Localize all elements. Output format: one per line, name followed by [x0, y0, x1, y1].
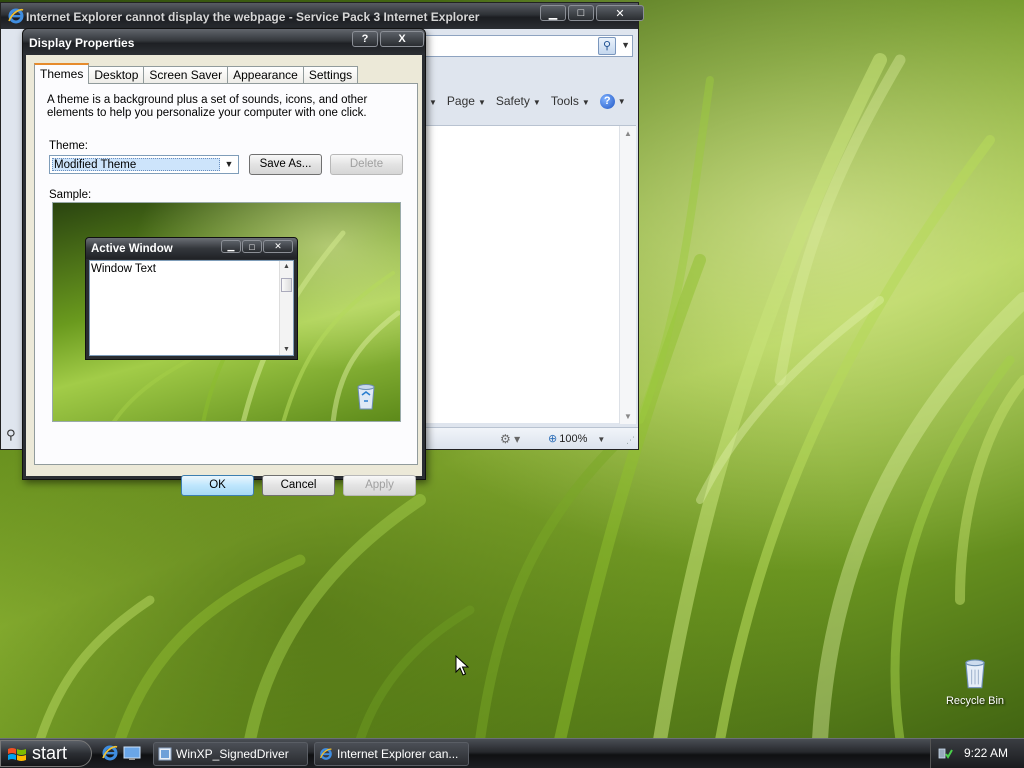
help-icon: ?: [361, 33, 369, 45]
taskbar-clock[interactable]: 9:22 AM: [964, 746, 1008, 760]
ie-tools-menu[interactable]: Tools ▼: [551, 94, 590, 108]
ie-logo-icon: [319, 748, 332, 760]
system-tray: 9:22 AM: [930, 739, 1024, 768]
taskbar-item-winxp-signeddriver[interactable]: WinXP_SignedDriver: [153, 742, 308, 766]
taskbar-item-internet-explorer[interactable]: Internet Explorer can...: [314, 742, 469, 766]
preview-scrollbar: ▲ ▼: [279, 261, 293, 355]
close-icon: ✕: [263, 240, 293, 253]
tab-screen-saver[interactable]: Screen Saver: [143, 66, 229, 84]
ie-status-bar: ⚙ ▾ ⊕ 100% ▼ ⋰: [426, 427, 638, 449]
ie-page-label: Page: [446, 94, 475, 108]
ie-maximize-button[interactable]: □: [568, 5, 594, 21]
chevron-down-icon: ▼: [581, 98, 590, 107]
recycle-bin-icon: [357, 384, 375, 410]
network-icon[interactable]: [937, 745, 953, 761]
dialog-close-button[interactable]: X: [380, 31, 424, 47]
ie-logo-icon: [8, 8, 24, 24]
tab-settings[interactable]: Settings: [302, 66, 359, 84]
ie-quicklaunch-icon[interactable]: [101, 744, 119, 762]
scroll-down-icon: ▼: [283, 346, 290, 353]
help-icon: ?: [599, 94, 615, 109]
theme-description: A theme is a background plus a set of so…: [47, 94, 368, 119]
apply-button[interactable]: Apply: [343, 475, 416, 496]
recycle-bin-icon: [965, 659, 985, 689]
ie-help-menu[interactable]: ? ▼: [599, 93, 626, 109]
ie-titlebar[interactable]: Internet Explorer cannot display the web…: [1, 3, 644, 29]
ie-safety-menu[interactable]: Safety ▼: [496, 94, 541, 108]
chevron-down-icon: ▼: [477, 98, 486, 107]
start-label: start: [32, 743, 68, 763]
chevron-down-icon: ▼: [597, 435, 606, 444]
chevron-down-icon: ▼: [532, 98, 541, 107]
ie-window-title: Internet Explorer cannot display the web…: [26, 10, 480, 24]
minimize-icon: ▁: [221, 240, 241, 253]
preview-titlebar: Active Window ▁ □ ✕: [86, 238, 297, 259]
theme-dropdown[interactable]: Modified Theme ▼: [49, 155, 239, 174]
ie-close-button[interactable]: ✕: [596, 5, 644, 21]
chevron-down-icon[interactable]: ▼: [221, 157, 237, 172]
delete-button[interactable]: Delete: [330, 154, 403, 175]
ie-command-bar: ▼ Page ▼ Safety ▼ Tools ▼ ? ▼: [426, 93, 626, 109]
maximize-icon: □: [577, 7, 585, 19]
preview-window-text: Window Text: [91, 263, 156, 275]
ie-tools-label: Tools: [550, 94, 579, 108]
preview-scroll-thumb: [281, 278, 292, 292]
close-icon: X: [398, 33, 406, 45]
minimize-icon: ▁: [548, 7, 558, 20]
display-properties-dialog[interactable]: Display Properties ? X Themes Desktop Sc…: [22, 28, 426, 496]
theme-sample-preview: Active Window ▁ □ ✕ Window Text ▲ ▼: [52, 202, 401, 422]
tab-strip: Themes Desktop Screen Saver Appearance S…: [34, 63, 359, 84]
chevron-down-icon[interactable]: ▼: [426, 94, 437, 108]
dialog-titlebar[interactable]: Display Properties ? X: [23, 29, 425, 55]
zoom-icon: ⊕: [548, 433, 558, 445]
save-as-button[interactable]: Save As...: [249, 154, 322, 175]
mouse-pointer-icon: [455, 655, 469, 676]
cancel-button[interactable]: Cancel: [262, 475, 335, 496]
preview-window-title: Active Window: [91, 243, 173, 255]
scroll-down-icon[interactable]: ▼: [624, 412, 632, 421]
theme-dropdown-value: Modified Theme: [52, 158, 220, 171]
sample-label: Sample:: [49, 189, 92, 201]
show-desktop-icon[interactable]: [123, 744, 141, 762]
taskbar-item-label: Internet Explorer can...: [337, 747, 459, 761]
close-icon: ✕: [615, 7, 625, 20]
chevron-down-icon[interactable]: ▼: [621, 40, 630, 50]
tab-themes[interactable]: Themes: [34, 63, 90, 84]
preview-client-area: Window Text ▲ ▼: [89, 260, 294, 356]
ie-page-content: ▲ ▼: [426, 125, 636, 424]
themes-panel: A theme is a background plus a set of so…: [34, 83, 418, 465]
resize-grip-icon[interactable]: ⋰: [626, 435, 635, 446]
protected-mode-icon[interactable]: ⚙ ▾: [500, 432, 520, 446]
preview-active-window: Active Window ▁ □ ✕ Window Text ▲ ▼: [85, 237, 298, 360]
dialog-body: Themes Desktop Screen Saver Appearance S…: [26, 55, 422, 496]
tab-desktop[interactable]: Desktop: [88, 66, 145, 84]
scroll-up-icon: ▲: [283, 263, 290, 270]
search-icon[interactable]: ⚲: [598, 37, 616, 55]
ie-safety-label: Safety: [495, 94, 530, 108]
windows-flag-icon: [8, 748, 26, 761]
dialog-title: Display Properties: [29, 36, 135, 50]
tab-appearance[interactable]: Appearance: [227, 66, 304, 84]
chevron-down-icon: ▼: [617, 97, 626, 106]
ie-vertical-scrollbar[interactable]: ▲ ▼: [619, 126, 636, 424]
search-icon[interactable]: ⚲: [6, 427, 16, 443]
ie-zoom-control[interactable]: ⊕ 100% ▼: [548, 432, 605, 445]
maximize-icon: □: [242, 240, 262, 253]
recycle-bin-label: Recycle Bin: [945, 695, 1005, 707]
ie-minimize-button[interactable]: ▁: [540, 5, 566, 21]
ie-page-menu[interactable]: Page ▼: [447, 94, 486, 108]
taskbar: start WinXP_SignedDriver Internet Explor…: [0, 738, 1024, 768]
help-button[interactable]: ?: [352, 31, 378, 47]
ie-search-box[interactable]: ⚲ ▼: [421, 35, 633, 57]
start-button[interactable]: start: [0, 740, 92, 767]
ok-button[interactable]: OK: [181, 475, 254, 496]
desktop-icon-recycle-bin[interactable]: Recycle Bin: [942, 656, 1008, 707]
scroll-up-icon[interactable]: ▲: [624, 129, 632, 138]
ie-zoom-level: 100%: [559, 433, 588, 445]
application-icon: [158, 747, 172, 761]
taskbar-item-label: WinXP_SignedDriver: [176, 747, 289, 761]
theme-label: Theme:: [49, 140, 88, 152]
